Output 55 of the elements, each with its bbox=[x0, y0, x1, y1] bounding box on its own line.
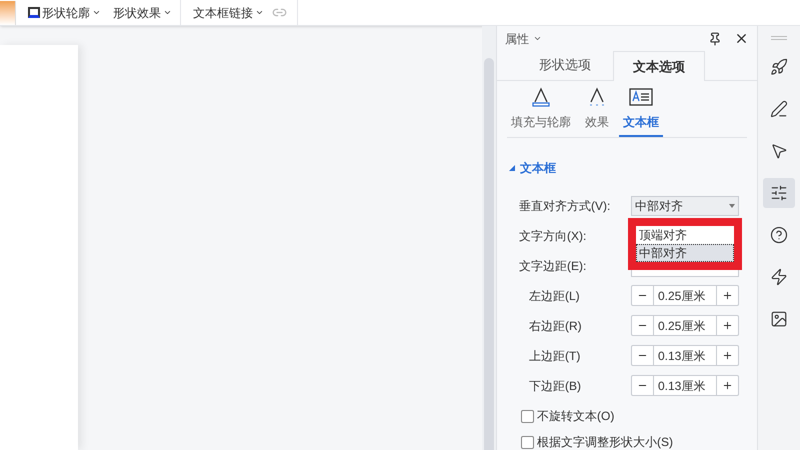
toolbar-dropdown[interactable]: 形状轮廓 bbox=[28, 4, 101, 22]
caret-icon bbox=[533, 34, 542, 43]
checkbox[interactable] bbox=[521, 436, 534, 448]
value-text: 0.13厘米 bbox=[657, 378, 706, 394]
pen-icon bbox=[770, 100, 788, 118]
field-label: 文字方向(X): bbox=[519, 228, 588, 245]
sub-tab[interactable]: 填充与轮廓 bbox=[507, 87, 575, 137]
settings-icon bbox=[770, 184, 788, 202]
field-label: 左边距(L) bbox=[529, 288, 581, 304]
expand-triangle-icon[interactable] bbox=[509, 165, 515, 171]
outline-icon bbox=[28, 7, 40, 18]
margin-spinner[interactable]: 0.25厘米 bbox=[631, 315, 739, 336]
lightning-icon bbox=[770, 268, 788, 286]
swatch-icon bbox=[0, 0, 16, 24]
drag-handle-icon[interactable] bbox=[771, 36, 787, 40]
sub-tab[interactable]: 效果 bbox=[581, 87, 613, 137]
toolbar-dropdown[interactable]: 形状效果 bbox=[113, 4, 172, 22]
toolbar-dropdown[interactable]: 文本框链接 bbox=[193, 4, 264, 22]
caret-icon bbox=[255, 8, 264, 17]
caret-icon bbox=[163, 8, 172, 17]
margin-spinner[interactable]: 0.25厘米 bbox=[631, 285, 739, 306]
panel-title[interactable]: 属性 bbox=[505, 30, 542, 48]
value-text: 0.13厘米 bbox=[657, 348, 706, 364]
margin-spinner[interactable]: 0.13厘米 bbox=[631, 375, 739, 396]
rail-button[interactable] bbox=[763, 178, 795, 208]
help-icon bbox=[770, 226, 788, 244]
dropdown-option[interactable]: 顶端对齐 bbox=[636, 226, 734, 244]
dropdown-option[interactable]: 中部对齐 bbox=[636, 244, 734, 262]
section-title: 文本框 bbox=[520, 160, 556, 177]
margin-spinner[interactable]: 0.13厘米 bbox=[631, 345, 739, 366]
fill-outline-icon bbox=[530, 87, 552, 107]
textbox-icon bbox=[629, 87, 653, 107]
value-text: 0.25厘米 bbox=[657, 318, 706, 334]
checkbox[interactable] bbox=[521, 410, 534, 422]
align-select[interactable]: 中部对齐 bbox=[631, 196, 739, 216]
scroll-thumb[interactable] bbox=[484, 58, 494, 450]
field-label: 垂直对齐方式(V): bbox=[519, 198, 612, 215]
panel-tab[interactable]: 文本选项 bbox=[613, 51, 705, 81]
scrollbar[interactable] bbox=[482, 26, 496, 450]
field-label: 上边距(T) bbox=[529, 348, 582, 364]
cursor-icon bbox=[770, 142, 788, 160]
checkbox-option[interactable]: 不旋转文本(O) bbox=[497, 408, 757, 424]
rocket-icon bbox=[770, 58, 788, 76]
field-label: 文字边距(E): bbox=[519, 258, 588, 275]
pin-icon[interactable] bbox=[708, 32, 722, 46]
value-text: 0.25厘米 bbox=[657, 288, 706, 304]
field-label: 下边距(B) bbox=[529, 378, 582, 394]
panel-tab[interactable]: 形状选项 bbox=[517, 50, 613, 80]
checkbox-option[interactable]: 根据文字调整形状大小(S) bbox=[497, 434, 757, 450]
caret-icon bbox=[729, 204, 735, 208]
image-icon bbox=[770, 310, 788, 328]
sub-tab[interactable]: 文本框 bbox=[619, 87, 663, 137]
close-icon[interactable] bbox=[734, 31, 749, 46]
field-label: 右边距(R) bbox=[529, 318, 583, 334]
caret-icon bbox=[92, 8, 101, 17]
